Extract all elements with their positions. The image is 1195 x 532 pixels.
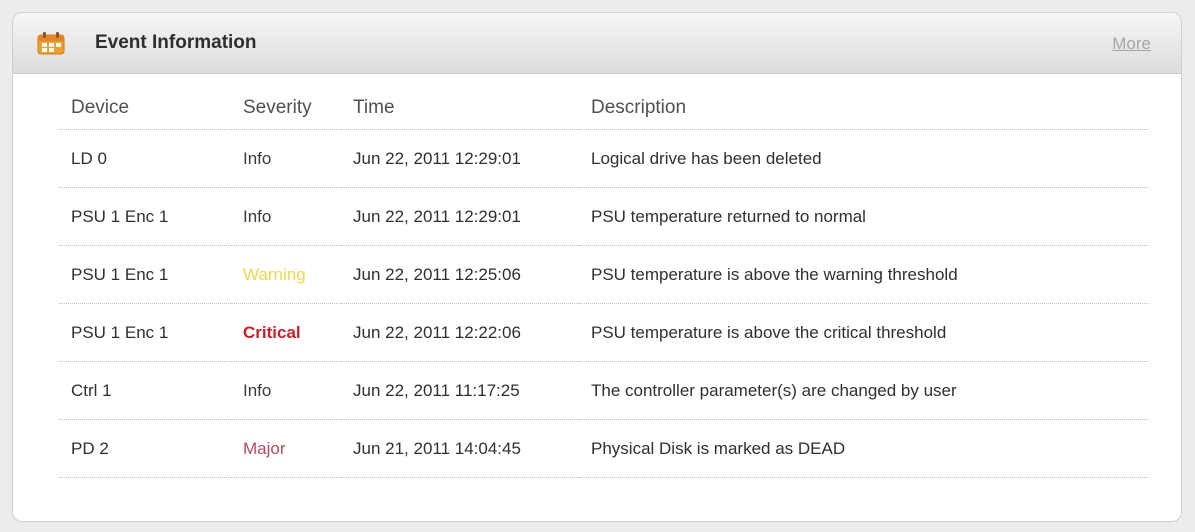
- description-cell: Logical drive has been deleted: [579, 129, 1149, 188]
- table-row[interactable]: PD 2 Major Jun 21, 2011 14:04:45 Physica…: [59, 419, 1149, 478]
- description-cell: Physical Disk is marked as DEAD: [579, 419, 1149, 478]
- time-cell: Jun 21, 2011 14:04:45: [341, 419, 579, 478]
- panel-title: Event Information: [95, 32, 257, 53]
- severity-cell: Major: [231, 419, 341, 478]
- description-cell: PSU temperature returned to normal: [579, 187, 1149, 246]
- calendar-icon: [37, 31, 65, 55]
- event-table: Device Severity Time Description LD 0 In…: [59, 87, 1149, 478]
- device-cell: PSU 1 Enc 1: [59, 245, 231, 304]
- severity-cell: Critical: [231, 303, 341, 362]
- column-header-severity: Severity: [231, 87, 341, 130]
- time-cell: Jun 22, 2011 12:22:06: [341, 303, 579, 362]
- time-cell: Jun 22, 2011 11:17:25: [341, 361, 579, 420]
- more-link[interactable]: More: [1112, 34, 1151, 54]
- severity-cell: Info: [231, 187, 341, 246]
- table-header-row: Device Severity Time Description: [59, 87, 1149, 130]
- severity-cell: Info: [231, 129, 341, 188]
- description-cell: PSU temperature is above the critical th…: [579, 303, 1149, 362]
- severity-cell: Warning: [231, 245, 341, 304]
- event-information-panel: Event Information More Device Severity T…: [12, 12, 1182, 522]
- time-cell: Jun 22, 2011 12:25:06: [341, 245, 579, 304]
- table-row[interactable]: PSU 1 Enc 1 Warning Jun 22, 2011 12:25:0…: [59, 245, 1149, 304]
- table-row[interactable]: PSU 1 Enc 1 Info Jun 22, 2011 12:29:01 P…: [59, 187, 1149, 246]
- device-cell: Ctrl 1: [59, 361, 231, 420]
- column-header-device: Device: [59, 87, 231, 130]
- time-cell: Jun 22, 2011 12:29:01: [341, 187, 579, 246]
- column-header-time: Time: [341, 87, 579, 130]
- time-cell: Jun 22, 2011 12:29:01: [341, 129, 579, 188]
- device-cell: PSU 1 Enc 1: [59, 303, 231, 362]
- description-cell: PSU temperature is above the warning thr…: [579, 245, 1149, 304]
- panel-header: Event Information More: [13, 13, 1181, 74]
- severity-cell: Info: [231, 361, 341, 420]
- device-cell: PD 2: [59, 419, 231, 478]
- table-row[interactable]: PSU 1 Enc 1 Critical Jun 22, 2011 12:22:…: [59, 303, 1149, 362]
- table-row[interactable]: Ctrl 1 Info Jun 22, 2011 11:17:25 The co…: [59, 361, 1149, 420]
- column-header-description: Description: [579, 87, 1149, 130]
- device-cell: PSU 1 Enc 1: [59, 187, 231, 246]
- description-cell: The controller parameter(s) are changed …: [579, 361, 1149, 420]
- device-cell: LD 0: [59, 129, 231, 188]
- table-row[interactable]: LD 0 Info Jun 22, 2011 12:29:01 Logical …: [59, 129, 1149, 188]
